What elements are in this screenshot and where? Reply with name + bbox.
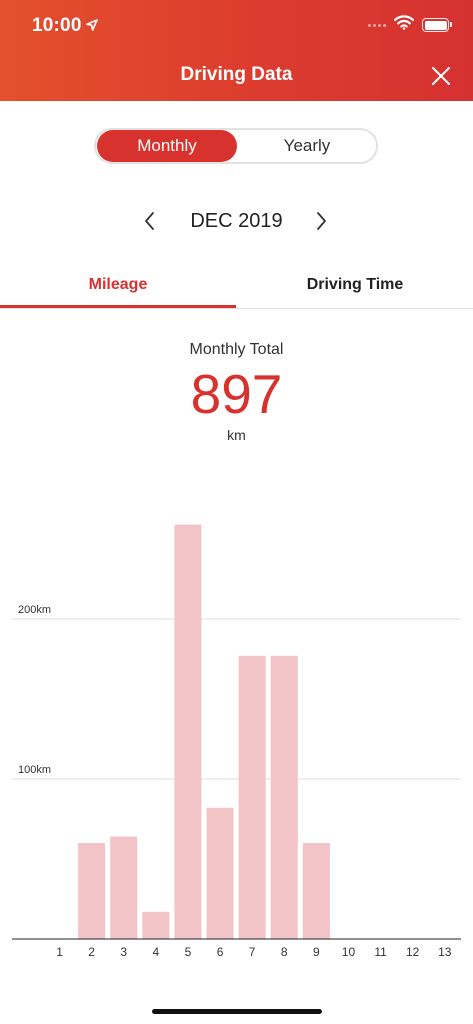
cellular-signal-icon xyxy=(368,23,386,27)
close-button[interactable] xyxy=(429,64,453,88)
month-navigator: DEC 2019 xyxy=(0,206,473,236)
wifi-icon xyxy=(393,15,415,35)
app-header: 10:00 Driving Data xyxy=(0,0,473,101)
x-tick-label: 7 xyxy=(249,945,256,959)
bar-7 xyxy=(238,655,266,939)
x-tick-label: 5 xyxy=(185,945,192,959)
current-month-label: DEC 2019 xyxy=(190,210,283,232)
monthly-total-value: 897 xyxy=(190,363,283,425)
x-tick-label: 13 xyxy=(438,945,452,959)
x-tick-label: 8 xyxy=(281,945,288,959)
x-tick-label: 9 xyxy=(313,945,320,959)
next-month-button[interactable] xyxy=(310,210,332,232)
status-bar-indicators xyxy=(368,14,452,36)
yearly-segment-button[interactable]: Yearly xyxy=(238,130,376,162)
x-tick-label: 2 xyxy=(88,945,95,959)
x-tick-label: 6 xyxy=(217,945,224,959)
x-tick-label: 11 xyxy=(374,945,387,959)
bar-8 xyxy=(270,655,298,939)
y-tick-label: 200km xyxy=(18,604,51,616)
bar-6 xyxy=(206,807,234,939)
x-tick-label: 1 xyxy=(56,945,63,959)
status-time-text: 10:00 xyxy=(32,15,82,36)
page-title: Driving Data xyxy=(180,64,293,85)
x-tick-label: 3 xyxy=(120,945,127,959)
monthly-total-label: Monthly Total xyxy=(189,341,284,358)
tab-mileage[interactable]: Mileage xyxy=(0,265,236,308)
x-tick-label: 4 xyxy=(153,945,160,959)
bar-9 xyxy=(302,843,330,939)
mileage-bar-chart: 100km200km1 2 3 4 5 6 7 8 9 10 11 12 13 xyxy=(12,524,461,959)
status-bar-time: 10:00 xyxy=(32,15,98,37)
x-tick-label: 10 xyxy=(342,945,356,959)
x-tick-label: 12 xyxy=(406,945,420,959)
tab-driving-time[interactable]: Driving Time xyxy=(237,265,473,308)
chevron-right-icon xyxy=(317,212,326,230)
bar-2 xyxy=(78,843,106,939)
battery-icon xyxy=(422,18,452,32)
period-segmented-control: Monthly Yearly xyxy=(94,128,378,164)
monthly-total-unit: km xyxy=(227,427,246,443)
close-icon xyxy=(432,67,450,85)
metric-tabs: Mileage Driving Time xyxy=(0,265,473,309)
location-arrow-icon xyxy=(85,15,98,37)
y-tick-label: 100km xyxy=(18,764,51,776)
bar-4 xyxy=(142,911,170,939)
bar-5 xyxy=(174,524,202,939)
bar-3 xyxy=(110,836,138,939)
monthly-segment-button[interactable]: Monthly xyxy=(97,130,237,162)
home-indicator xyxy=(152,1009,322,1014)
